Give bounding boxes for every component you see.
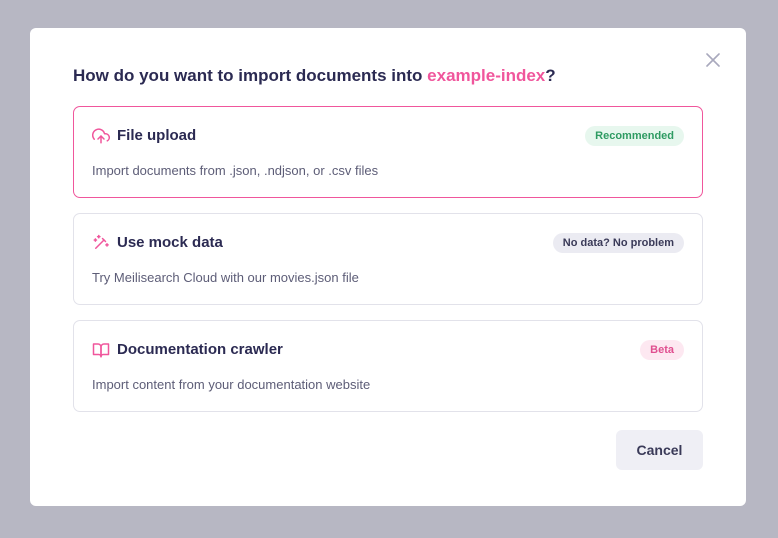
option-mock-data[interactable]: Use mock data No data? No problem Try Me…: [73, 213, 703, 305]
cloud-upload-icon: [92, 128, 110, 144]
import-options-list: File upload Recommended Import documents…: [73, 106, 703, 427]
index-name: example-index: [427, 66, 546, 85]
magic-wand-icon: [93, 234, 109, 249]
option-name: Use mock data: [117, 234, 223, 251]
no-data-badge: No data? No problem: [552, 233, 684, 253]
close-button[interactable]: [704, 51, 722, 69]
close-icon: [706, 53, 720, 67]
cancel-button[interactable]: Cancel: [616, 430, 703, 470]
option-file-upload[interactable]: File upload Recommended Import documents…: [73, 106, 703, 198]
option-documentation-crawler[interactable]: Documentation crawler Beta Import conten…: [73, 320, 703, 412]
dialog-title: How do you want to import documents into…: [73, 66, 556, 86]
title-prefix: How do you want to import documents into: [73, 66, 428, 85]
option-name: File upload: [117, 127, 197, 144]
book-icon: [92, 343, 110, 358]
import-documents-dialog: How do you want to import documents into…: [30, 28, 746, 506]
beta-badge: Beta: [640, 340, 684, 360]
option-description: Import content from your documentation w…: [92, 377, 371, 392]
option-description: Try Meilisearch Cloud with our movies.js…: [92, 270, 359, 285]
option-description: Import documents from .json, .ndjson, or…: [92, 163, 379, 178]
option-name: Documentation crawler: [117, 341, 283, 358]
recommended-badge: Recommended: [585, 126, 684, 146]
modal-backdrop[interactable]: How do you want to import documents into…: [0, 0, 778, 538]
title-suffix: ?: [545, 66, 556, 85]
